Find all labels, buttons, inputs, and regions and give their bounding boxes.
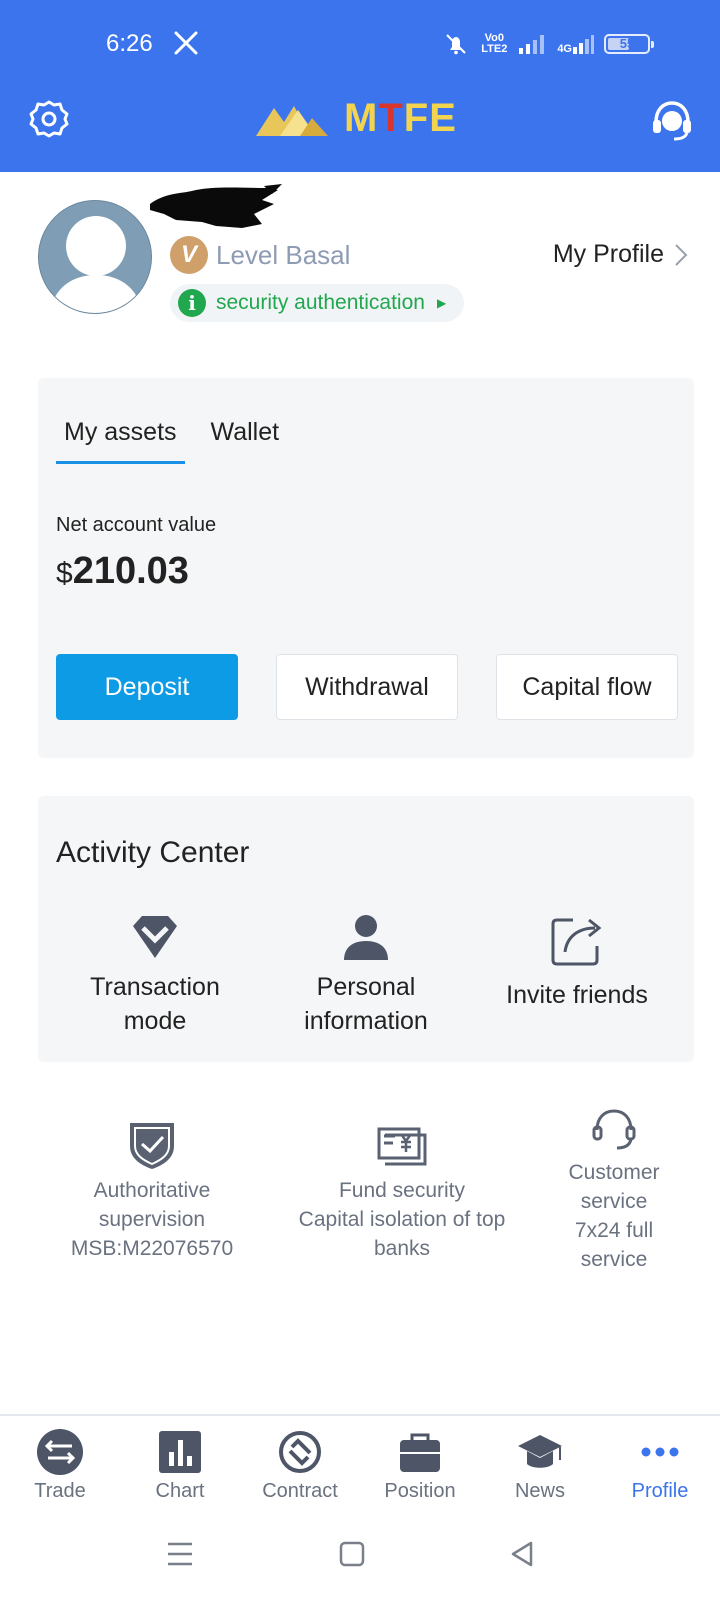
battery-level: 55 [619,36,635,51]
net-account-value: $210.03 [56,550,189,593]
system-navigation-bar [0,1520,720,1600]
level-label: Level Basal [216,239,351,270]
data-signal: 4G [557,33,594,55]
capital-flow-button[interactable]: Capital flow [496,654,678,720]
app-header: 6:26 Vo0 LTE2 4G 55 MTFE [0,0,720,172]
person-icon [344,915,388,960]
assets-card: My assets Wallet Net account value $210.… [38,378,694,758]
activity-center-card: Activity Center Transaction mode Personal… [38,796,694,1062]
brand-logo: MTFE [254,96,457,140]
assets-tabs: My assets Wallet [56,418,305,464]
headphones-icon [592,1109,636,1150]
nav-label: Contract [262,1480,338,1502]
status-bar: 6:26 Vo0 LTE2 4G 55 [0,0,720,90]
data-type-tag: 4G [557,43,572,55]
bottom-navigation: Trade Chart Contract Position News Profi… [0,1414,720,1520]
tab-my-assets[interactable]: My assets [56,418,185,464]
activity-personal-information[interactable]: Personal information [263,912,469,1038]
net-value-amount: 210.03 [72,550,189,592]
nav-label: Chart [155,1480,205,1502]
nav-trade[interactable]: Trade [0,1428,120,1503]
security-label: security authentication [216,291,425,314]
more-dots-icon [641,1447,679,1457]
activity-invite-friends[interactable]: Invite friends [474,912,680,1012]
shield-check-icon [130,1123,174,1169]
signal-strength-icon [519,35,545,54]
yuan-card-icon [377,1127,427,1166]
volte-tag: Vo0 LTE2 [481,32,508,55]
activity-label: Personal information [304,973,428,1035]
level-badge-icon: V [170,236,208,274]
diamond-icon [133,916,177,958]
play-arrow-icon: ▶ [436,296,447,310]
activity-transaction-mode[interactable]: Transaction mode [52,912,258,1038]
nav-profile[interactable]: Profile [600,1428,720,1503]
assets-actions: Deposit Withdrawal Capital flow [56,654,678,720]
x-logo-icon [174,31,198,55]
info-icon: i [178,289,206,317]
my-profile-link[interactable]: My Profile [553,240,688,269]
feature-text: Customer service 7x24 full service [568,1161,660,1271]
withdrawal-button[interactable]: Withdrawal [276,654,458,720]
swap-icon [37,1429,83,1475]
activity-center-title: Activity Center [56,836,250,869]
nav-label: Profile [631,1480,689,1502]
net-account-label: Net account value [56,514,217,536]
feature-text: Fund security Capital isolation of top ban… [298,1179,506,1260]
headset-icon[interactable] [650,98,694,142]
status-time: 6:26 [106,30,153,57]
nav-contract[interactable]: Contract [240,1428,360,1503]
gear-icon[interactable] [28,98,70,140]
activity-label: Invite friends [506,981,648,1009]
tab-wallet[interactable]: Wallet [203,418,288,464]
feature-customer-service: Customer service 7x24 full service [536,1106,692,1274]
bar-chart-icon [159,1431,201,1473]
share-icon [551,918,602,966]
default-avatar-icon [49,216,143,313]
brand-name: MTFE [344,95,457,140]
nav-label: Position [384,1480,456,1502]
redacted-username [150,184,282,228]
battery-icon: 55 [604,34,654,54]
mute-bell-icon [446,34,466,55]
data-signal-icon [573,35,594,54]
menu-icon[interactable] [166,1540,194,1568]
status-indicators: Vo0 LTE2 4G 55 [441,32,654,56]
user-level: V Level Basal [170,236,350,274]
chevron-right-icon [675,243,688,266]
security-authentication-badge[interactable]: i security authentication ▶ [170,284,465,322]
nav-label: Trade [34,1480,86,1502]
home-icon[interactable] [338,1540,366,1568]
feature-fund-security: Fund security Capital isolation of top ban… [282,1120,522,1263]
briefcase-icon [400,1433,440,1472]
deposit-button[interactable]: Deposit [56,654,238,720]
graduation-cap-icon [518,1435,562,1468]
nav-chart[interactable]: Chart [120,1428,240,1503]
activity-label: Transaction mode [90,973,220,1035]
avatar[interactable] [38,200,152,314]
currency-symbol: $ [56,557,73,590]
contract-icon [279,1431,321,1473]
nav-news[interactable]: News [480,1428,600,1503]
nav-label: News [514,1480,565,1502]
nav-position[interactable]: Position [360,1428,480,1503]
back-icon[interactable] [508,1540,536,1568]
feature-authoritative-supervision: Authoritative supervision MSB:M22076570 [52,1120,252,1263]
my-profile-label: My Profile [552,240,664,268]
feature-text: Authoritative supervision MSB:M22076570 [70,1179,234,1260]
brand-mark-icon [256,106,328,136]
